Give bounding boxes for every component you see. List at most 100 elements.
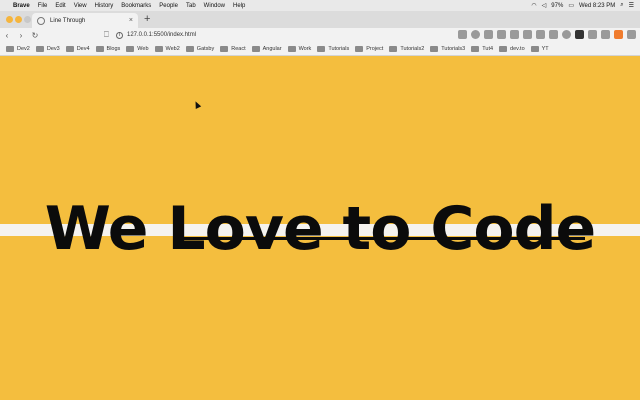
menu-help[interactable]: Help <box>233 3 245 9</box>
bookmark-folder[interactable]: Tutorials2 <box>389 45 425 52</box>
folder-icon <box>95 45 104 52</box>
forward-button[interactable]: › <box>14 31 28 40</box>
menu-edit[interactable]: Edit <box>55 3 65 9</box>
extension-icon[interactable] <box>471 30 480 39</box>
menu-history[interactable]: History <box>95 3 114 9</box>
extension-icon[interactable] <box>497 30 506 39</box>
close-tab-icon[interactable]: × <box>129 17 133 24</box>
search-icon[interactable]: ⌕ <box>620 2 623 9</box>
clock[interactable]: Wed 8:23 PM <box>579 3 615 9</box>
bookmark-icon[interactable]: ⎕ <box>104 30 109 40</box>
bookmark-label: Web <box>137 45 149 52</box>
folder-icon <box>6 45 14 52</box>
bookmark-label: Dev2 <box>17 45 30 52</box>
tab-line-through[interactable]: Line Through × <box>32 13 138 28</box>
bookmark-label: Dev3 <box>46 45 60 52</box>
browser-toolbar: ‹ › ↻ ⎕ i 127.0.0.1:5500/index.html <box>0 28 640 42</box>
extension-icon[interactable] <box>484 30 493 39</box>
bookmark-label: Tutorials3 <box>441 45 466 52</box>
bookmark-folder[interactable]: Dev4 <box>65 45 90 52</box>
bookmark-label: YT <box>541 45 549 52</box>
zoom-window-button[interactable] <box>24 16 31 23</box>
folder-icon <box>355 45 364 52</box>
battery-icon[interactable]: ▭ <box>568 2 574 9</box>
extension-icon[interactable] <box>601 30 610 39</box>
bookmark-label: Web2 <box>165 45 180 52</box>
extension-icon[interactable] <box>523 30 532 39</box>
menu-people[interactable]: People <box>159 3 178 9</box>
site-info-icon[interactable]: i <box>116 31 123 39</box>
back-button[interactable]: ‹ <box>0 31 14 40</box>
volume-icon[interactable]: ◁ <box>542 2 547 9</box>
bookmark-folder[interactable]: dev.to <box>499 45 525 52</box>
menu-view[interactable]: View <box>74 3 87 9</box>
close-window-button[interactable] <box>6 16 13 23</box>
bookmark-folder[interactable]: Tut4 <box>471 45 494 52</box>
bookmark-label: Tutorials2 <box>400 45 425 52</box>
bookmark-label: Blogs <box>106 45 121 52</box>
folder-icon <box>185 45 194 52</box>
menu-app-name[interactable]: Brave <box>13 3 30 9</box>
bookmark-folder[interactable]: Dev2 <box>6 45 30 52</box>
folder-icon <box>317 45 326 52</box>
folder-icon <box>499 45 508 52</box>
tab-title: Line Through <box>50 17 86 24</box>
folder-icon <box>154 45 163 52</box>
battery-percent[interactable]: 97% <box>551 3 563 9</box>
menu-tab[interactable]: Tab <box>186 3 196 9</box>
folder-icon <box>430 45 439 52</box>
bookmark-label: Tut4 <box>482 45 494 52</box>
menubar-status-area: ◠ ◁ 97% ▭ Wed 8:23 PM ⌕ ☰ <box>531 0 634 11</box>
extension-icons <box>458 30 636 39</box>
bookmark-folder[interactable]: Web <box>126 45 149 52</box>
reload-button[interactable]: ↻ <box>28 31 42 40</box>
bookmark-folder[interactable]: Gatsby <box>185 45 215 52</box>
folder-icon <box>389 45 398 52</box>
bookmark-folder[interactable]: YT <box>530 45 549 52</box>
folder-icon <box>287 45 296 52</box>
folder-icon <box>251 45 260 52</box>
extension-icon[interactable] <box>536 30 545 39</box>
bookmark-folder[interactable]: Work <box>287 45 312 52</box>
headline: We Love to Code <box>44 194 596 264</box>
folder-icon <box>471 45 480 52</box>
bookmark-folder[interactable]: Tutorials3 <box>430 45 466 52</box>
bookmark-label: Gatsby <box>196 45 215 52</box>
menu-window[interactable]: Window <box>204 3 225 9</box>
new-tab-button[interactable]: + <box>144 13 150 25</box>
menu-bookmarks[interactable]: Bookmarks <box>121 3 151 9</box>
bookmarks-bar: Dev2 Dev3 Dev4 Blogs Web Web2 Gatsby Rea… <box>0 42 640 56</box>
extension-icon[interactable] <box>549 30 558 39</box>
bookmark-folder[interactable]: React <box>220 45 246 52</box>
url-text[interactable]: 127.0.0.1:5500/index.html <box>127 32 196 38</box>
extension-icon[interactable] <box>458 30 467 39</box>
bookmark-label: Project <box>366 45 384 52</box>
extension-icon[interactable] <box>588 30 597 39</box>
bookmark-label: Angular <box>262 45 282 52</box>
bookmark-folder[interactable]: Tutorials <box>317 45 349 52</box>
bookmark-folder[interactable]: Angular <box>251 45 282 52</box>
bookmark-folder[interactable]: Web2 <box>154 45 180 52</box>
wifi-icon[interactable]: ◠ <box>531 2 536 9</box>
folder-icon <box>35 45 44 52</box>
folder-icon <box>65 45 74 52</box>
address-bar[interactable]: i 127.0.0.1:5500/index.html <box>116 29 446 41</box>
bookmark-label: Work <box>298 45 312 52</box>
menubar: Brave File Edit View History Bookmarks P… <box>0 0 640 11</box>
bookmark-folder[interactable]: Project <box>355 45 384 52</box>
bookmark-folder[interactable]: Dev3 <box>35 45 60 52</box>
tab-strip: Line Through × + <box>0 11 640 28</box>
extension-icon[interactable] <box>562 30 571 39</box>
extension-icon[interactable] <box>510 30 519 39</box>
menu-file[interactable]: File <box>38 3 48 9</box>
extension-icon[interactable] <box>575 30 584 39</box>
menu-list-icon[interactable]: ☰ <box>629 2 634 9</box>
brave-shields-icon[interactable] <box>614 30 623 39</box>
settings-menu-icon[interactable] <box>627 30 636 39</box>
globe-icon <box>37 16 45 25</box>
bookmark-label: React <box>231 45 246 52</box>
folder-icon <box>220 45 229 52</box>
bookmark-folder[interactable]: Blogs <box>95 45 121 52</box>
minimize-window-button[interactable] <box>15 16 22 23</box>
page-content: We Love to Code <box>0 57 640 400</box>
